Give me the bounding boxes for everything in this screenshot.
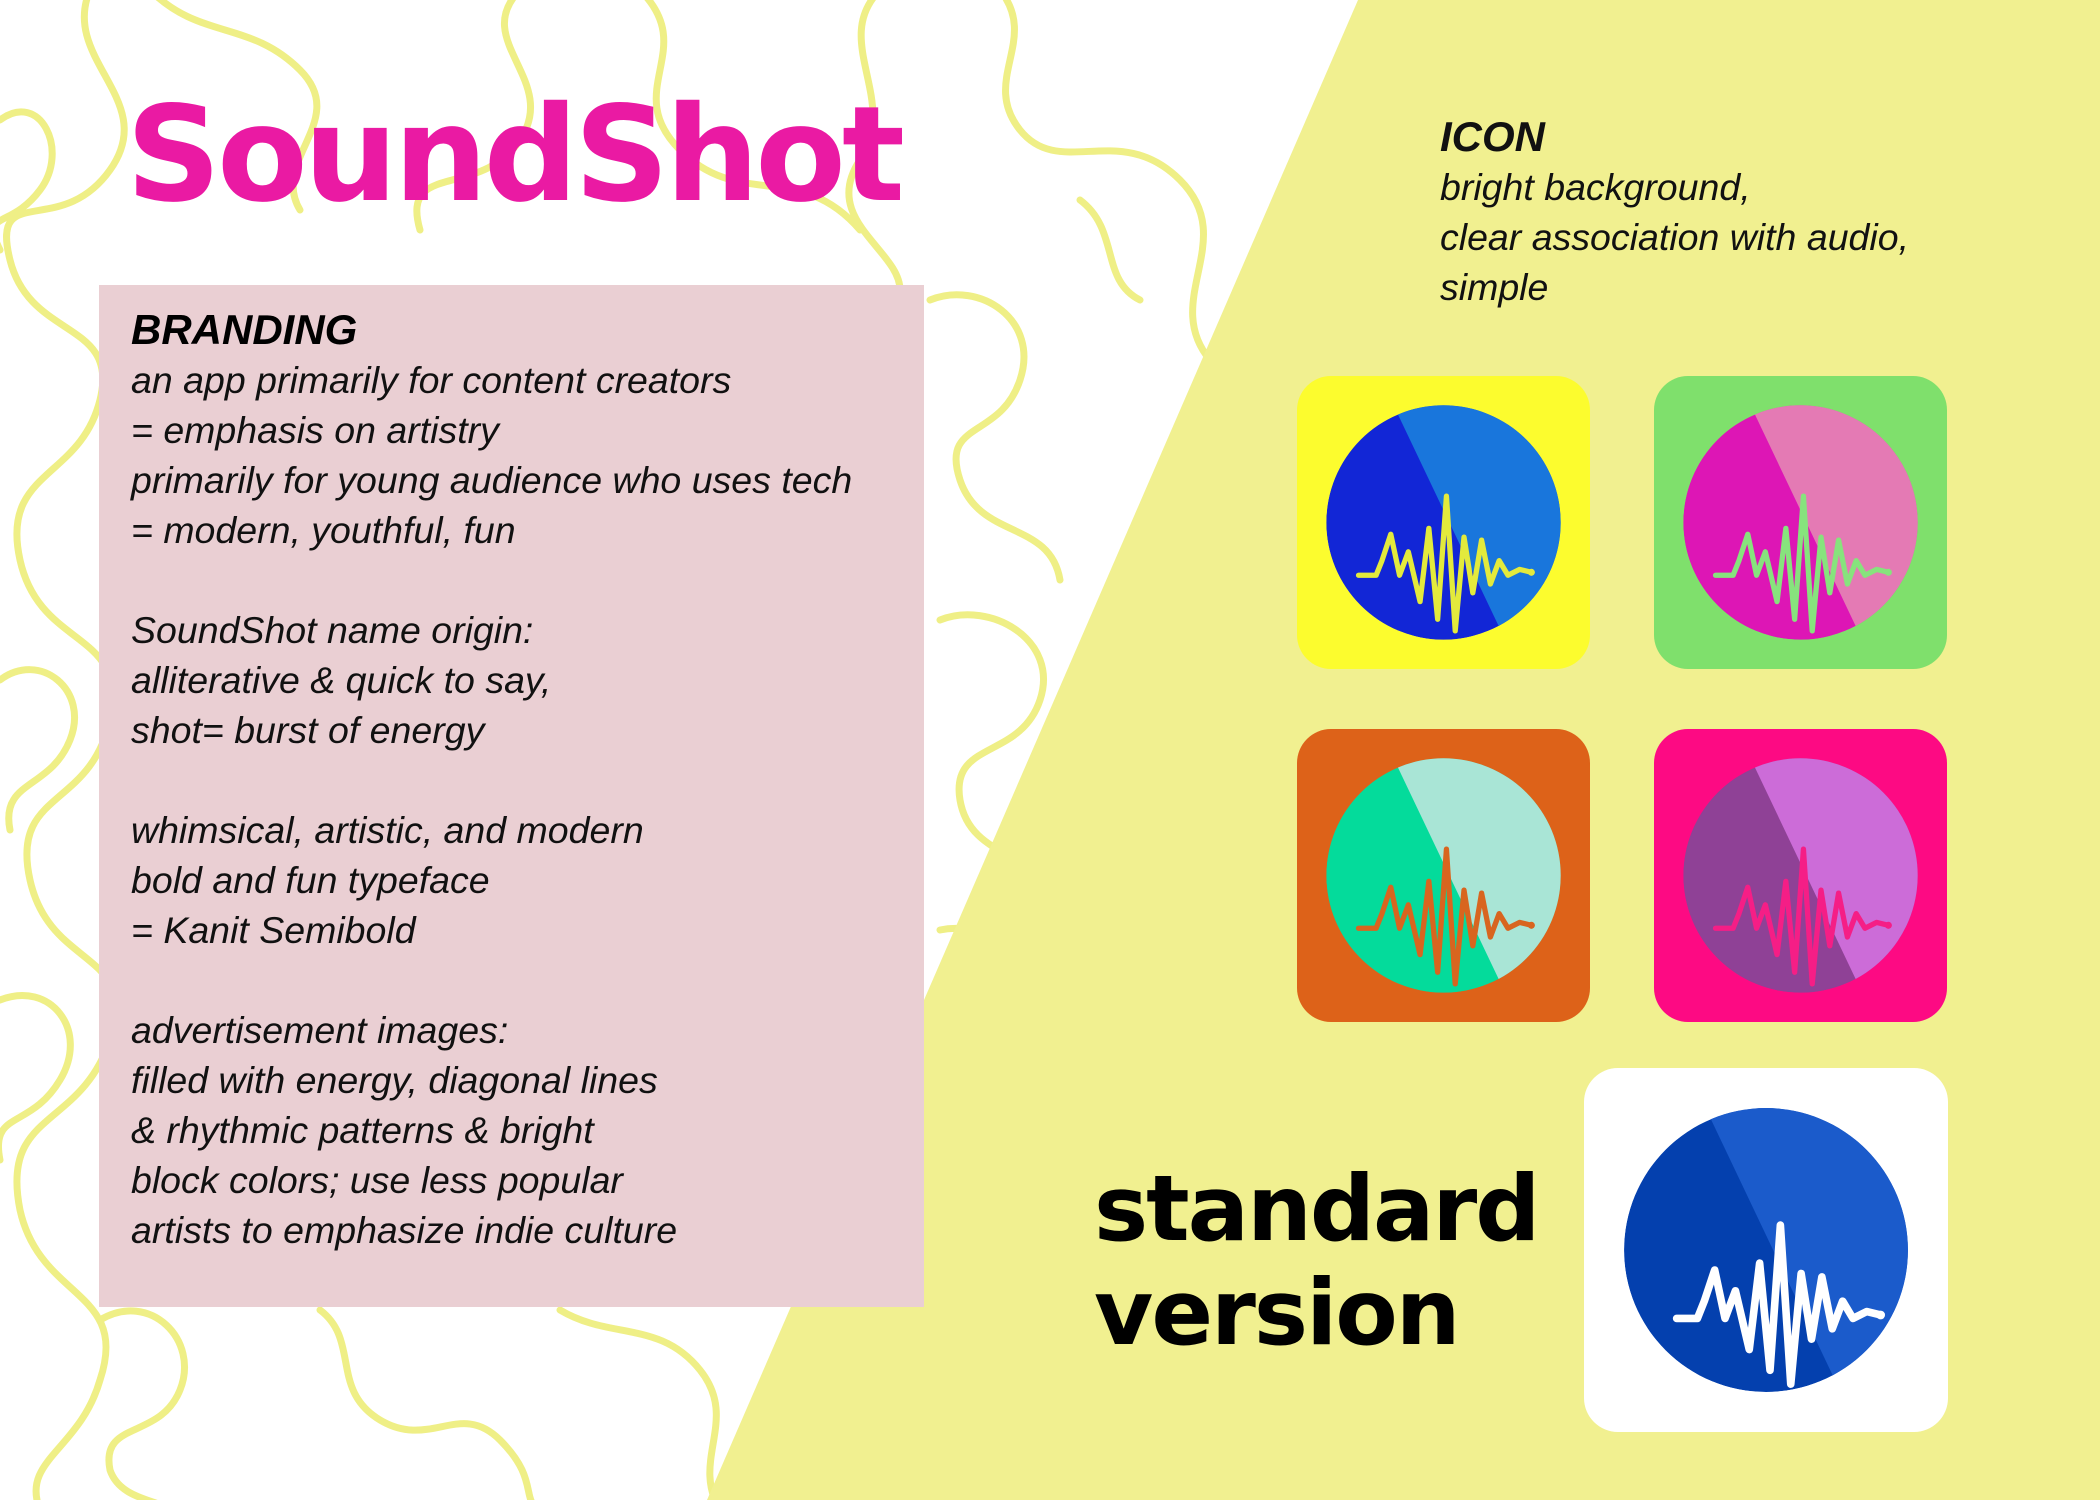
soundwave-dot [1884,921,1892,929]
app-icon-variant-green [1654,376,1947,669]
soundwave-dot [1527,568,1535,576]
branding-panel: BRANDING an app primarily for content cr… [99,285,924,1307]
standard-label-line: standard [1094,1157,1540,1262]
soundwave-icon [1584,1068,1948,1432]
branding-line: block colors; use less popular [131,1159,623,1201]
branding-line: primarily for young audience who uses te… [131,459,853,501]
branding-line: artists to emphasize indie culture [131,1209,678,1251]
soundwave-icon [1654,376,1947,669]
branding-line: = modern, youthful, fun [131,509,516,551]
branding-line: SoundShot name origin: [131,609,534,651]
branding-line-blank [131,755,902,805]
app-icon-standard [1584,1068,1948,1432]
soundwave-icon [1654,729,1947,1022]
branding-line: bold and fun typeface [131,859,490,901]
soundwave-dot [1527,921,1535,929]
branding-heading: BRANDING [131,306,358,353]
branding-line: alliterative & quick to say, [131,659,552,701]
branding-line: = Kanit Semibold [131,909,416,951]
icon-note-line: simple [1440,266,1549,308]
soundwave-icon [1297,376,1590,669]
branding-line-blank [131,555,902,605]
branding-line-blank [131,955,902,1005]
branding-line: filled with energy, diagonal lines [131,1059,658,1101]
icon-notes: ICON bright background, clear associatio… [1440,112,2040,312]
app-title: SoundShot [126,78,905,232]
soundwave-dot [1884,568,1892,576]
icon-note-line: clear association with audio, [1440,216,1910,258]
soundwave-dot [1876,1310,1886,1320]
soundwave-icon [1297,729,1590,1022]
icon-heading: ICON [1440,113,1545,160]
app-icon-variant-yellow [1297,376,1590,669]
branding-line: whimsical, artistic, and modern [131,809,644,851]
app-icon-variant-orange [1297,729,1590,1022]
app-icon-variant-pink [1654,729,1947,1022]
standard-version-label: standard version [1094,1157,1540,1366]
branding-line: & rhythmic patterns & bright [131,1109,594,1151]
standard-label-line: version [1094,1261,1461,1366]
branding-line: = emphasis on artistry [131,409,499,451]
icon-note-line: bright background, [1440,166,1751,208]
branding-line: an app primarily for content creators [131,359,732,401]
branding-line: advertisement images: [131,1009,509,1051]
branding-line: shot= burst of energy [131,709,485,751]
